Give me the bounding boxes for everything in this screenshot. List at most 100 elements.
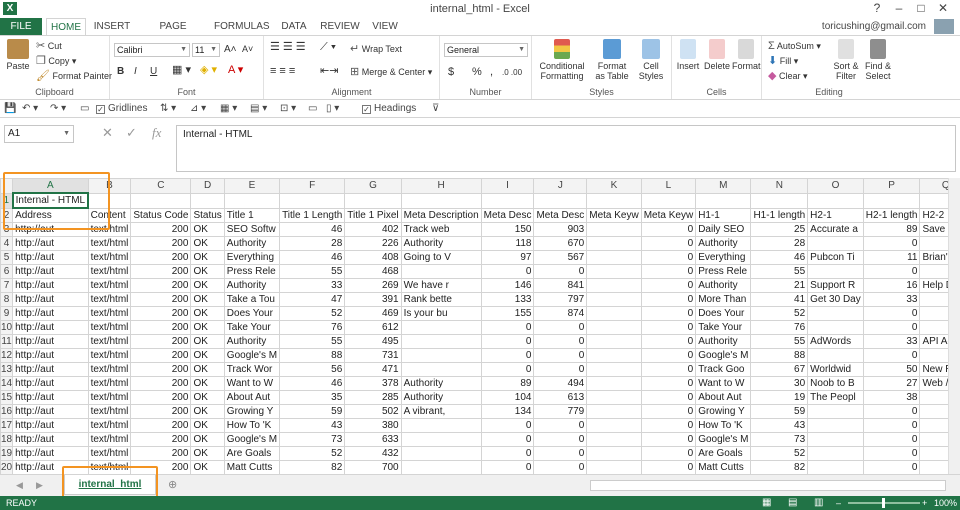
cell[interactable]: 47 <box>279 292 346 307</box>
cell[interactable]: OK <box>190 404 225 419</box>
row-header[interactable]: 2 <box>0 207 14 223</box>
cell[interactable]: 495 <box>344 334 402 349</box>
copy-button[interactable]: ❐ Copy ▾ <box>36 56 76 67</box>
cell[interactable]: 118 <box>480 236 535 251</box>
cell[interactable]: How To 'K <box>695 418 752 433</box>
cell[interactable]: 0 <box>640 292 697 307</box>
row-header[interactable]: 19 <box>0 446 14 461</box>
cell[interactable]: Growing Y <box>695 404 752 419</box>
cell[interactable]: 0 <box>640 460 697 474</box>
cell[interactable]: Matt Cutts <box>695 460 752 474</box>
cell[interactable]: OK <box>190 390 225 405</box>
cell[interactable] <box>400 362 482 377</box>
cell[interactable] <box>400 264 482 279</box>
zoom-level[interactable]: 100% <box>934 496 957 510</box>
cell[interactable]: 67 <box>750 362 809 377</box>
cell[interactable] <box>586 418 642 433</box>
row-header[interactable]: 14 <box>0 376 14 391</box>
formula-input[interactable]: Internal - HTML <box>176 125 956 172</box>
cell[interactable]: 46 <box>279 250 346 265</box>
cell[interactable]: 903 <box>533 222 588 237</box>
cell[interactable]: OK <box>190 264 225 279</box>
cell[interactable]: http://aut <box>12 460 89 474</box>
cell[interactable]: 0 <box>640 250 697 265</box>
cell[interactable]: 0 <box>862 348 921 363</box>
cell[interactable]: Want to W <box>695 376 752 391</box>
cell[interactable] <box>87 192 132 209</box>
cell[interactable] <box>586 250 642 265</box>
column-header[interactable]: L <box>640 178 697 194</box>
row-header[interactable]: 16 <box>0 404 14 419</box>
cell[interactable]: Daily SEO <box>695 222 752 237</box>
column-header[interactable]: I <box>480 178 535 194</box>
fill-color-icon[interactable]: ◈ ▾ <box>200 65 217 76</box>
cell[interactable]: 0 <box>533 432 588 447</box>
zoom-out-icon[interactable]: – <box>836 496 841 510</box>
column-header[interactable]: G <box>344 178 402 194</box>
cell[interactable]: http://aut <box>12 348 89 363</box>
row-header[interactable]: 8 <box>0 292 14 307</box>
cell[interactable]: 0 <box>640 264 697 279</box>
decimal-buttons[interactable]: .0 .00 <box>502 67 522 78</box>
cell[interactable]: 28 <box>279 236 346 251</box>
cell[interactable]: 0 <box>533 320 588 335</box>
cell[interactable]: How To 'K <box>223 418 281 433</box>
cell[interactable]: Matt Cutts <box>223 460 281 474</box>
borders-button[interactable]: ▦ ▾ <box>172 65 191 76</box>
cell[interactable]: Does Your <box>223 306 281 321</box>
cell[interactable]: Pubcon Ti <box>807 250 864 265</box>
cell[interactable]: text/html <box>87 390 132 405</box>
cell[interactable]: Noob to B <box>807 376 864 391</box>
cell[interactable] <box>586 446 642 461</box>
cell[interactable]: 46 <box>750 250 809 265</box>
currency-button[interactable]: $ <box>448 67 454 78</box>
cell[interactable]: Get 30 Day <box>807 292 864 307</box>
cell[interactable]: OK <box>190 432 225 447</box>
cell[interactable]: 731 <box>344 348 402 363</box>
comma-button[interactable]: , <box>490 67 493 78</box>
minimize-button[interactable]: – <box>890 1 908 16</box>
cell[interactable]: 0 <box>862 418 921 433</box>
column-header[interactable]: O <box>807 178 864 194</box>
cell[interactable]: 11 <box>862 250 921 265</box>
cell[interactable]: 0 <box>480 446 535 461</box>
cell[interactable]: 52 <box>750 306 809 321</box>
cell[interactable]: About Aut <box>223 390 281 405</box>
cell[interactable]: Press Rele <box>695 264 752 279</box>
cell[interactable]: 402 <box>344 222 402 237</box>
cell[interactable]: 46 <box>279 222 346 237</box>
cell[interactable]: Does Your <box>695 306 752 321</box>
cell[interactable]: 391 <box>344 292 402 307</box>
cell[interactable]: 0 <box>640 432 697 447</box>
cancel-icon[interactable]: ✕ <box>102 125 113 141</box>
window-icon[interactable]: ▭ <box>308 103 317 114</box>
cell[interactable]: 0 <box>640 306 697 321</box>
customize-qat-icon[interactable]: ⊽ <box>432 103 439 114</box>
cell[interactable]: 0 <box>862 446 921 461</box>
vertical-align-buttons[interactable]: ☰☰☰ <box>270 42 309 53</box>
cell[interactable] <box>400 418 482 433</box>
cell[interactable]: 104 <box>480 390 535 405</box>
cell[interactable]: http://aut <box>12 404 89 419</box>
cell[interactable]: Authority <box>223 278 281 293</box>
cell[interactable] <box>807 236 864 251</box>
print-preview-icon[interactable]: ▭ <box>80 103 89 114</box>
cell[interactable]: 841 <box>533 278 588 293</box>
cell[interactable]: 0 <box>533 348 588 363</box>
insert-function-icon[interactable]: fx <box>152 125 161 141</box>
cell[interactable]: 28 <box>750 236 809 251</box>
cell[interactable]: 0 <box>533 446 588 461</box>
prev-sheet-icon[interactable]: ◀ <box>16 480 23 491</box>
cell[interactable] <box>586 362 642 377</box>
cell[interactable]: 150 <box>480 222 535 237</box>
gridlines-checkbox[interactable]: ✓ Gridlines <box>96 103 147 114</box>
cell[interactable]: 73 <box>750 432 809 447</box>
cell[interactable]: http://aut <box>12 432 89 447</box>
cell[interactable] <box>807 432 864 447</box>
cell[interactable]: 133 <box>480 292 535 307</box>
font-color-icon[interactable]: A ▾ <box>228 65 243 76</box>
cell[interactable]: 200 <box>130 278 192 293</box>
insert-cells-button[interactable]: Insert <box>674 39 702 71</box>
cell[interactable] <box>807 460 864 474</box>
tab-view[interactable]: VIEW <box>368 18 402 35</box>
